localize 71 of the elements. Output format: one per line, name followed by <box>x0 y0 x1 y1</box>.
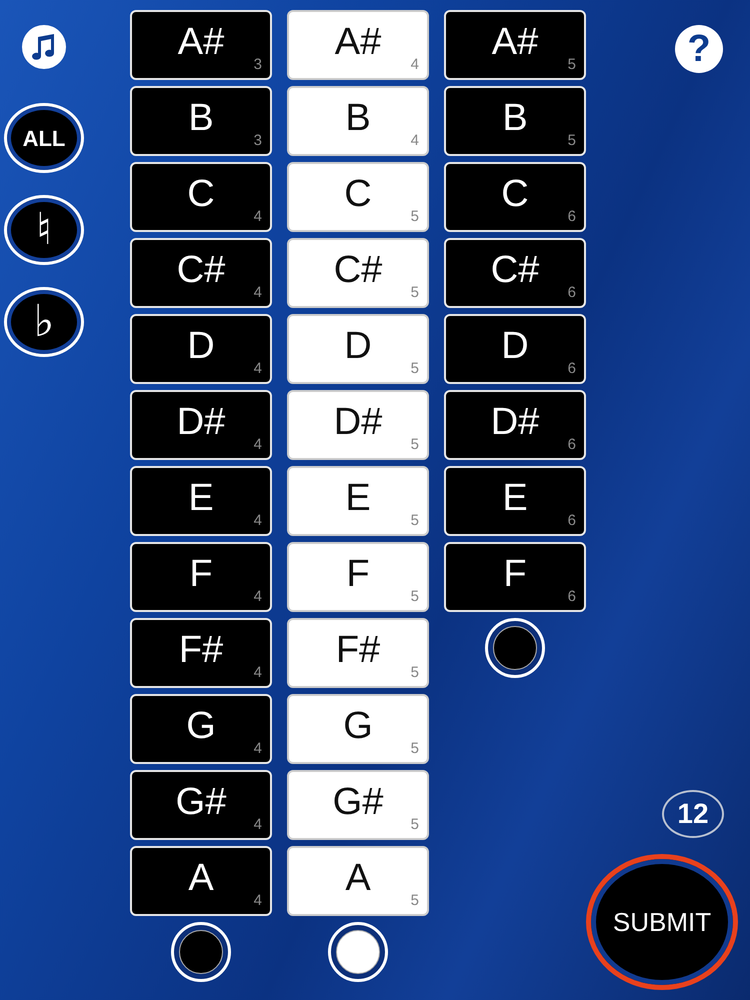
octave-number: 6 <box>568 510 576 530</box>
octave-number: 4 <box>254 510 262 530</box>
octave-number: 5 <box>410 814 419 834</box>
octave-number: 4 <box>254 890 262 910</box>
note-key[interactable]: C# 4 <box>130 238 272 308</box>
note-key[interactable]: C 5 <box>287 162 429 232</box>
note-key[interactable]: A 5 <box>287 846 429 916</box>
note-key[interactable]: C# 5 <box>287 238 429 308</box>
octave-number: 4 <box>254 434 262 454</box>
octave-number: 4 <box>410 130 419 150</box>
octave-number: 4 <box>254 586 262 606</box>
note-key[interactable]: D 6 <box>444 314 586 384</box>
octave-number: 5 <box>410 510 419 530</box>
octave-number: 6 <box>568 358 576 378</box>
octave-number: 6 <box>568 282 576 302</box>
octave-number: 6 <box>568 434 576 454</box>
flat-button[interactable]: ♭ <box>4 287 84 357</box>
octave-number: 4 <box>254 738 262 758</box>
note-key[interactable]: A# 3 <box>130 10 272 80</box>
note-key[interactable]: F 6 <box>444 542 586 612</box>
count-badge: 12 <box>662 790 724 838</box>
octave-number: 5 <box>410 434 419 454</box>
note-key[interactable]: A# 4 <box>287 10 429 80</box>
octave-number: 4 <box>254 358 262 378</box>
note-key[interactable]: G# 4 <box>130 770 272 840</box>
note-key[interactable]: B 4 <box>287 86 429 156</box>
octave-number: 4 <box>254 662 262 682</box>
octave-number: 5 <box>410 890 419 910</box>
octave-number: 5 <box>410 662 419 682</box>
octave-number: 5 <box>410 206 419 226</box>
note-key[interactable]: C# 6 <box>444 238 586 308</box>
note-key[interactable]: F# 5 <box>287 618 429 688</box>
note-key[interactable]: D# 4 <box>130 390 272 460</box>
note-key[interactable]: C 4 <box>130 162 272 232</box>
note-key[interactable]: E 6 <box>444 466 586 536</box>
all-button[interactable]: ALL <box>4 103 84 173</box>
note-key[interactable]: G 5 <box>287 694 429 764</box>
octave-number: 5 <box>410 282 419 302</box>
help-button[interactable]: ? <box>675 25 723 73</box>
music-note-icon[interactable] <box>22 25 66 69</box>
octave-number: 4 <box>254 282 262 302</box>
submit-button[interactable]: SUBMIT <box>586 854 738 990</box>
octave-number: 6 <box>568 206 576 226</box>
octave-number: 5 <box>410 358 419 378</box>
note-key[interactable]: B 5 <box>444 86 586 156</box>
note-key[interactable]: G 4 <box>130 694 272 764</box>
octave-number: 3 <box>254 54 262 74</box>
note-key[interactable]: D# 6 <box>444 390 586 460</box>
note-key[interactable]: D 4 <box>130 314 272 384</box>
note-key[interactable]: A# 5 <box>444 10 586 80</box>
octave-number: 5 <box>568 130 576 150</box>
octave-number: 4 <box>254 814 262 834</box>
octave-number: 5 <box>568 54 576 74</box>
note-key[interactable]: D# 5 <box>287 390 429 460</box>
note-key[interactable]: F 5 <box>287 542 429 612</box>
octave-number: 4 <box>254 206 262 226</box>
octave-number: 4 <box>410 54 419 74</box>
note-key[interactable]: B 3 <box>130 86 272 156</box>
note-key[interactable]: G# 5 <box>287 770 429 840</box>
note-key[interactable]: E 4 <box>130 466 272 536</box>
note-key[interactable]: C 6 <box>444 162 586 232</box>
octave-number: 5 <box>410 586 419 606</box>
note-key[interactable]: E 5 <box>287 466 429 536</box>
octave-number: 3 <box>254 130 262 150</box>
note-key[interactable]: F 4 <box>130 542 272 612</box>
natural-button[interactable]: ♮ <box>4 195 84 265</box>
octave-number: 5 <box>410 738 419 758</box>
octave-number: 6 <box>568 586 576 606</box>
note-key[interactable]: D 5 <box>287 314 429 384</box>
note-key[interactable]: F# 4 <box>130 618 272 688</box>
note-key[interactable]: A 4 <box>130 846 272 916</box>
